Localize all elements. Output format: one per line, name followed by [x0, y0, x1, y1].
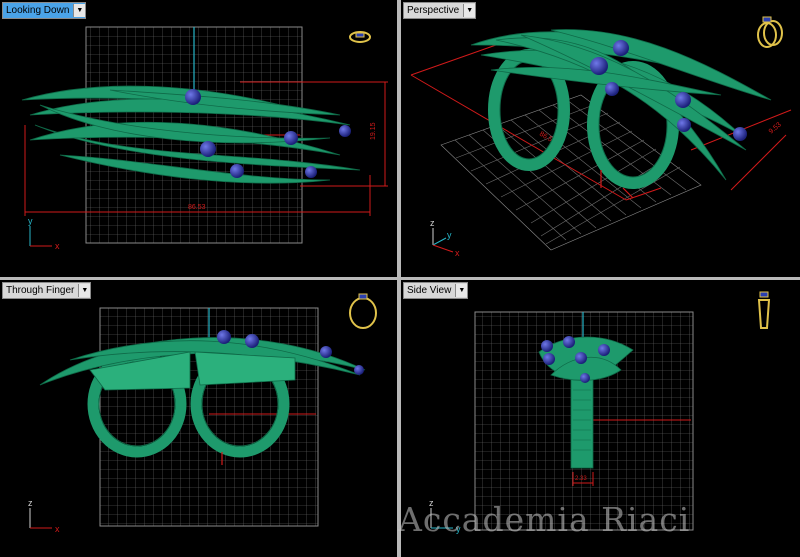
chevron-down-icon[interactable]: ▼: [463, 4, 476, 17]
svg-text:y: y: [447, 230, 452, 240]
chevron-down-icon[interactable]: ▼: [455, 284, 468, 297]
ring-side-icon[interactable]: [757, 291, 771, 329]
chevron-down-icon[interactable]: ▼: [78, 284, 91, 297]
dim-label-vertical: 19.15: [370, 122, 377, 140]
viewport-perspective[interactable]: 86.53 9.53 z y x Perspective ▼: [401, 0, 800, 277]
svg-text:x: x: [55, 524, 60, 534]
looking-down-scene: 86.53 19.15 y x: [21, 26, 388, 251]
svg-text:x: x: [55, 241, 60, 251]
view-orientation-icon[interactable]: [349, 31, 371, 43]
viewport-title-label: Side View: [407, 285, 452, 296]
viewport-through-finger[interactable]: z x Through Finger ▼: [0, 280, 397, 557]
axis-indicator: z x: [28, 498, 60, 534]
viewport-title-looking-down[interactable]: Looking Down ▼: [2, 2, 87, 19]
svg-text:x: x: [455, 248, 460, 258]
dim-label-small: 2.33: [575, 476, 587, 482]
viewport-looking-down[interactable]: 86.53 19.15 y x Looking Down ▼: [0, 0, 397, 277]
perspective-scene: 86.53 9.53 z y x: [410, 16, 792, 258]
viewport-title-side-view[interactable]: Side View ▼: [403, 282, 469, 299]
ring-view-icon[interactable]: [757, 16, 783, 48]
through-finger-scene: z x: [28, 293, 377, 534]
ring-front-icon[interactable]: [349, 293, 377, 329]
svg-text:z: z: [430, 218, 435, 228]
watermark: Accademia Riaci: [398, 500, 691, 539]
viewport-title-label: Looking Down: [6, 5, 70, 16]
viewport-title-perspective[interactable]: Perspective ▼: [403, 2, 477, 19]
axis-indicator: y x: [28, 216, 60, 251]
svg-text:z: z: [28, 498, 33, 508]
viewport-title-label: Perspective: [407, 5, 460, 16]
viewport-title-through-finger[interactable]: Through Finger ▼: [2, 282, 92, 299]
viewport-splitter-horizontal[interactable]: [0, 277, 800, 280]
axis-indicator: z y x: [430, 218, 460, 258]
viewport-title-label: Through Finger: [6, 285, 75, 296]
chevron-down-icon[interactable]: ▼: [73, 4, 86, 17]
dim-label-b: 9.53: [768, 121, 783, 135]
svg-text:y: y: [28, 216, 33, 226]
dim-label-horizontal: 86.53: [188, 204, 206, 211]
